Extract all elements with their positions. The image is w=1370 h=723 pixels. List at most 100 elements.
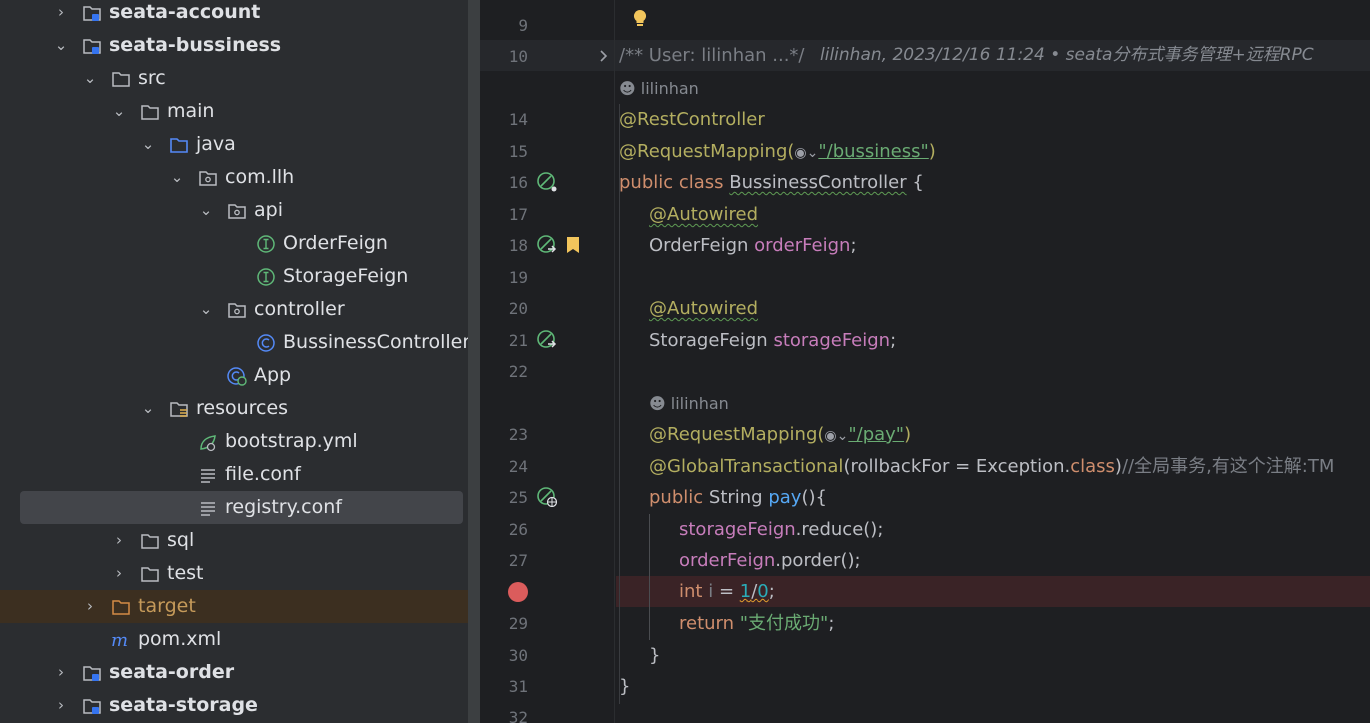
module-icon [82, 36, 102, 56]
expand-fold-icon[interactable] [596, 46, 612, 66]
code-line[interactable]: @RequestMapping(◉⌄"/pay") [649, 419, 911, 450]
line-number[interactable]: 20 [480, 293, 528, 324]
line-number[interactable]: 25 [480, 482, 528, 513]
code-line[interactable]: public String pay(){ [649, 482, 827, 513]
package-icon [198, 168, 218, 188]
code-line[interactable]: OrderFeign orderFeign; [649, 230, 857, 261]
line-number[interactable]: 32 [480, 702, 528, 723]
tree-item-com-llh[interactable]: ⌄ com.llh [0, 161, 468, 194]
tree-item-seata-storage[interactable]: › seata-storage [0, 689, 468, 722]
tree-item-label: com.llh [225, 166, 295, 188]
tree-item-bussinesscontroller[interactable]: BussinessController [0, 326, 468, 359]
code-line[interactable]: int i = 1/0; [679, 576, 775, 607]
tree-item-orderfeign[interactable]: OrderFeign [0, 227, 468, 260]
panel-splitter[interactable] [468, 0, 480, 723]
navigate-to-bean-icon[interactable] [537, 330, 557, 350]
tree-item-app[interactable]: App [0, 359, 468, 392]
code-line[interactable]: StorageFeign storageFeign; [649, 325, 896, 356]
code-line[interactable]: @Autowired [649, 199, 758, 230]
chevron-down-icon[interactable]: ⌄ [82, 62, 98, 95]
line-number[interactable]: 17 [480, 199, 528, 230]
navigate-to-bean-icon[interactable] [537, 235, 557, 255]
line-number[interactable]: 19 [480, 262, 528, 293]
code-line[interactable]: return "支付成功"; [679, 608, 834, 639]
tree-item-controller[interactable]: ⌄ controller [0, 293, 468, 326]
chevron-right-icon[interactable]: › [53, 689, 69, 722]
globe-chevron-icon[interactable]: ◉⌄ [794, 145, 818, 161]
line-number[interactable]: 10 [480, 41, 528, 72]
chevron-down-icon[interactable]: ⌄ [169, 161, 185, 194]
code-line[interactable]: @Autowired [649, 293, 758, 324]
chevron-right-icon[interactable]: › [53, 656, 69, 689]
globe-chevron-icon[interactable]: ◉⌄ [824, 428, 848, 444]
tree-item-main[interactable]: ⌄ main [0, 95, 468, 128]
tree-item-resources[interactable]: ⌄ resources [0, 392, 468, 425]
chevron-right-icon[interactable]: › [111, 557, 127, 590]
folded-javadoc[interactable]: /** User: lilinhan ...*/ [619, 40, 805, 71]
code-line[interactable]: } [649, 640, 660, 671]
line-number[interactable]: 22 [480, 356, 528, 387]
tree-item-label: controller [254, 298, 345, 320]
project-tree[interactable]: › seata-account ⌄ seata-bussiness ⌄ src ⌄ main ⌄… [0, 0, 468, 723]
code-line[interactable]: public class BussinessController { [619, 167, 924, 198]
code-line[interactable]: @GlobalTransactional(rollbackFor = Excep… [649, 451, 1334, 482]
line-number[interactable]: 14 [480, 104, 528, 135]
chevron-down-icon[interactable]: ⌄ [198, 194, 214, 227]
tree-item-label: registry.conf [225, 496, 342, 518]
code-line[interactable]: } [619, 671, 630, 702]
git-blame-annotation: lilinhan, 2023/12/16 11:24 • seata分布式事务管… [820, 45, 1314, 65]
line-number[interactable]: 24 [480, 451, 528, 482]
author-hint[interactable]: ☻ lilinhan [649, 388, 729, 419]
line-number[interactable]: 18 [480, 230, 528, 261]
tree-item-label: target [138, 595, 196, 617]
user-icon: ☻ [649, 394, 666, 413]
breakpoint-icon[interactable] [508, 582, 528, 602]
bookmark-icon[interactable] [563, 235, 583, 255]
tree-item-sql[interactable]: › sql [0, 524, 468, 557]
code-editor[interactable]: 9 10 14 15 16 17 18 19 20 21 22 23 24 25… [480, 0, 1370, 723]
tree-item-bootstrap-yml[interactable]: bootstrap.yml [0, 425, 468, 458]
author-hint[interactable]: ☻ lilinhan [619, 73, 699, 104]
tree-item-registry-conf[interactable]: registry.conf [20, 491, 463, 524]
line-number[interactable]: 15 [480, 136, 528, 167]
tree-item-storagefeign[interactable]: StorageFeign [0, 260, 468, 293]
chevron-right-icon[interactable]: › [82, 590, 98, 623]
tree-item-src[interactable]: ⌄ src [0, 62, 468, 95]
code-line[interactable]: @RequestMapping(◉⌄"/bussiness") [619, 136, 936, 167]
line-number[interactable]: 27 [480, 545, 528, 576]
tree-item-api[interactable]: ⌄ api [0, 194, 468, 227]
tree-item-seata-bussiness[interactable]: ⌄ seata-bussiness [0, 29, 468, 62]
tree-item-seata-account[interactable]: › seata-account [0, 0, 468, 29]
line-number[interactable]: 31 [480, 671, 528, 702]
package-icon [227, 300, 247, 320]
package-icon [227, 201, 247, 221]
tree-item-java[interactable]: ⌄ java [0, 128, 468, 161]
chevron-right-icon[interactable]: › [111, 524, 127, 557]
tree-item-label: test [167, 562, 204, 584]
chevron-down-icon[interactable]: ⌄ [53, 29, 69, 62]
tree-item-seata-order[interactable]: › seata-order [0, 656, 468, 689]
chevron-right-icon[interactable]: › [53, 0, 69, 29]
tree-item-target[interactable]: › target [0, 590, 468, 623]
line-number[interactable]: 30 [480, 640, 528, 671]
tree-item-file-conf[interactable]: file.conf [0, 458, 468, 491]
code-line[interactable]: orderFeign.porder(); [679, 545, 861, 576]
line-number[interactable]: 23 [480, 419, 528, 450]
code-line[interactable]: @RestController [619, 104, 765, 135]
chevron-down-icon[interactable]: ⌄ [111, 95, 127, 128]
line-number[interactable]: 21 [480, 325, 528, 356]
tree-item-test[interactable]: › test [0, 557, 468, 590]
line-number[interactable]: 29 [480, 608, 528, 639]
line-number[interactable]: 26 [480, 514, 528, 545]
line-number[interactable]: 16 [480, 167, 528, 198]
tree-item-pom-xml[interactable]: m pom.xml [0, 623, 468, 656]
line-number[interactable]: 9 [480, 10, 528, 41]
chevron-down-icon[interactable]: ⌄ [140, 128, 156, 161]
chevron-down-icon[interactable]: ⌄ [198, 293, 214, 326]
lightbulb-icon[interactable] [630, 8, 650, 28]
chevron-down-icon[interactable]: ⌄ [140, 392, 156, 425]
tree-item-label: api [254, 199, 283, 221]
spring-bean-icon[interactable] [537, 172, 557, 192]
code-line[interactable]: storageFeign.reduce(); [679, 514, 883, 545]
endpoint-globe-icon[interactable] [537, 487, 557, 507]
